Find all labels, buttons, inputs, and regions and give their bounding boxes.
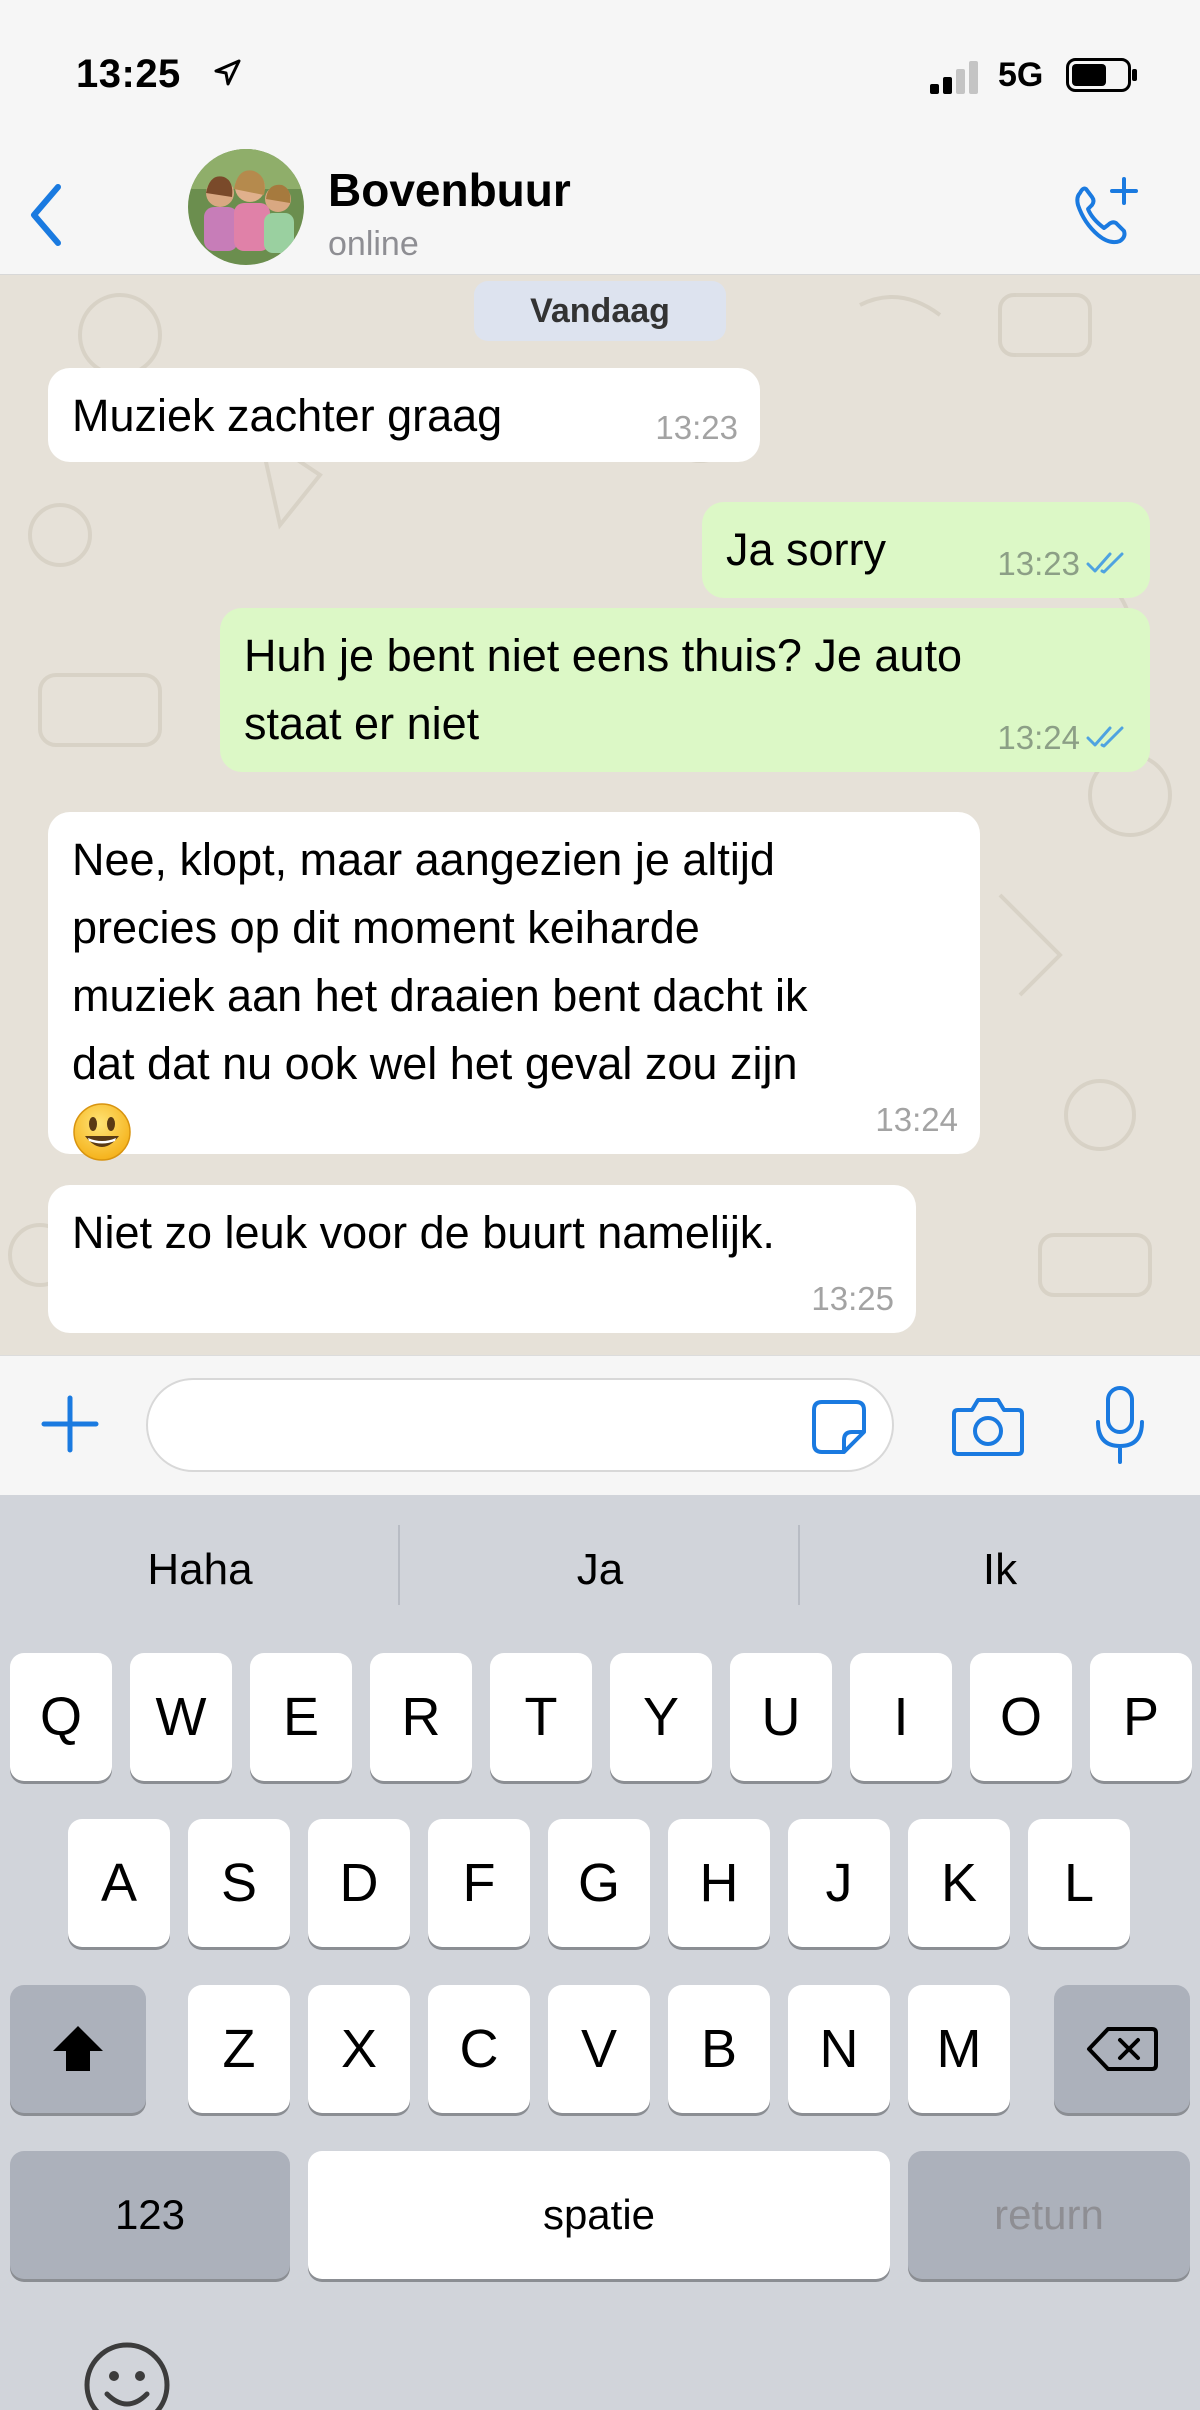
message-outgoing[interactable]: Ja sorry 13:23: [702, 502, 1150, 598]
status-bar: 13:25 5G: [0, 0, 1200, 135]
key-v[interactable]: V: [548, 1985, 650, 2113]
add-call-icon[interactable]: [1066, 175, 1142, 251]
microphone-icon[interactable]: [1090, 1384, 1150, 1466]
message-text: Niet zo leuk voor de buurt namelijk.: [72, 1207, 775, 1258]
suggestion-1[interactable]: Haha: [0, 1545, 400, 1595]
key-z[interactable]: Z: [188, 1985, 290, 2113]
key-j[interactable]: J: [788, 1819, 890, 1947]
shift-icon: [53, 2026, 103, 2071]
key-b[interactable]: B: [668, 1985, 770, 2113]
key-i[interactable]: I: [850, 1653, 952, 1781]
message-input[interactable]: [146, 1378, 894, 1472]
camera-icon[interactable]: [950, 1394, 1026, 1458]
key-q[interactable]: Q: [10, 1653, 112, 1781]
message-incoming[interactable]: Muziek zachter graag 13:23: [48, 368, 760, 462]
emoji-icon[interactable]: [82, 2340, 172, 2410]
sticker-icon[interactable]: [810, 1398, 868, 1456]
key-d[interactable]: D: [308, 1819, 410, 1947]
key-c[interactable]: C: [428, 1985, 530, 2113]
keyboard: Haha Ja Ik Q W E R T Y U I O P A S D F G…: [0, 1495, 1200, 2410]
return-key[interactable]: return: [908, 2151, 1190, 2279]
message-text: Muziek zachter graag: [72, 390, 503, 441]
backspace-icon: [1087, 2027, 1158, 2071]
key-t[interactable]: T: [490, 1653, 592, 1781]
double-check-icon: [1086, 552, 1124, 574]
signal-icon: [930, 61, 978, 94]
key-f[interactable]: F: [428, 1819, 530, 1947]
message-time: 13:24: [875, 1101, 958, 1138]
message-time: 13:25: [811, 1280, 894, 1317]
chat-header: Bovenbuur online: [0, 135, 1200, 275]
contact-status: online: [328, 225, 419, 263]
key-p[interactable]: P: [1090, 1653, 1192, 1781]
message-line: staat er niet: [244, 698, 480, 749]
key-h[interactable]: H: [668, 1819, 770, 1947]
shift-key[interactable]: [10, 1985, 146, 2113]
message-line: dat dat nu ook wel het geval zou zijn: [72, 1038, 798, 1089]
battery-icon: [1066, 58, 1137, 92]
numbers-key[interactable]: 123: [10, 2151, 290, 2279]
key-g[interactable]: G: [548, 1819, 650, 1947]
day-separator: Vandaag: [474, 281, 726, 341]
message-incoming[interactable]: Nee, klopt, maar aangezien je altijd pre…: [48, 812, 980, 1161]
chat-area[interactable]: Vandaag Muziek zachter graag 13:23 Ja so…: [0, 275, 1200, 1355]
network-type: 5G: [998, 56, 1044, 94]
message-outgoing[interactable]: Huh je bent niet eens thuis? Je auto sta…: [220, 608, 1150, 772]
contact-name[interactable]: Bovenbuur: [328, 163, 571, 217]
message-time: 13:24: [997, 719, 1080, 756]
plus-icon[interactable]: [38, 1392, 102, 1456]
key-n[interactable]: N: [788, 1985, 890, 2113]
backspace-key[interactable]: [1054, 1985, 1190, 2113]
key-a[interactable]: A: [68, 1819, 170, 1947]
message-time: 13:23: [655, 409, 738, 446]
key-k[interactable]: K: [908, 1819, 1010, 1947]
location-arrow-icon: [214, 59, 241, 86]
message-line: muziek aan het draaien bent dacht ik: [72, 970, 808, 1021]
key-o[interactable]: O: [970, 1653, 1072, 1781]
key-y[interactable]: Y: [610, 1653, 712, 1781]
key-r[interactable]: R: [370, 1653, 472, 1781]
double-check-icon: [1086, 726, 1124, 748]
message-line: Huh je bent niet eens thuis? Je auto: [244, 630, 963, 681]
key-m[interactable]: M: [908, 1985, 1010, 2113]
message-incoming[interactable]: Niet zo leuk voor de buurt namelijk. 13:…: [48, 1185, 916, 1333]
key-w[interactable]: W: [130, 1653, 232, 1781]
key-e[interactable]: E: [250, 1653, 352, 1781]
message-text: Ja sorry: [726, 524, 887, 575]
suggestion-2[interactable]: Ja: [400, 1545, 800, 1595]
status-time: 13:25: [76, 52, 181, 96]
key-x[interactable]: X: [308, 1985, 410, 2113]
key-l[interactable]: L: [1028, 1819, 1130, 1947]
smiling-face-emoji-icon: [73, 1103, 131, 1161]
space-key[interactable]: spatie: [308, 2151, 890, 2279]
message-line: Nee, klopt, maar aangezien je altijd: [72, 834, 775, 885]
suggestion-3[interactable]: Ik: [800, 1545, 1200, 1595]
key-u[interactable]: U: [730, 1653, 832, 1781]
key-s[interactable]: S: [188, 1819, 290, 1947]
back-chevron-icon[interactable]: [26, 181, 66, 249]
message-composer: [0, 1355, 1200, 1495]
message-time: 13:23: [997, 545, 1080, 582]
avatar[interactable]: [188, 149, 304, 265]
message-line: precies op dit moment keiharde: [72, 902, 700, 953]
